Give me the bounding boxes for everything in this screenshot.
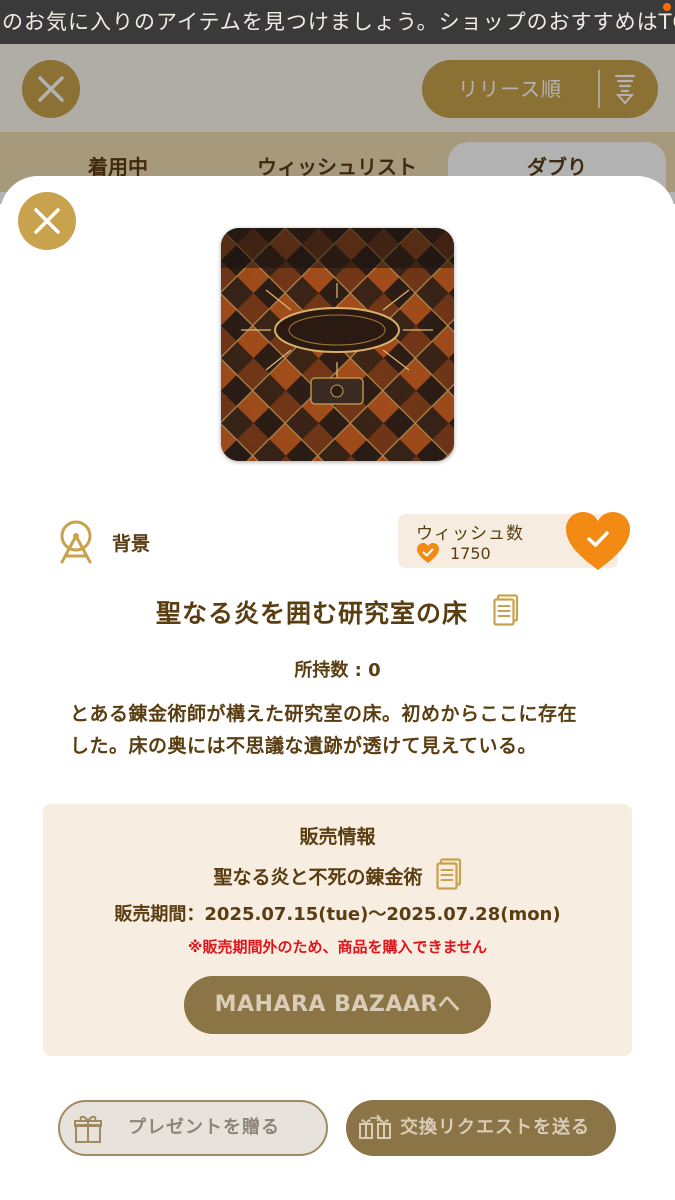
send-gift-button[interactable]: プレゼントを贈る [58,1100,328,1156]
heart-check-icon [417,543,439,563]
gift-icon [74,1115,102,1143]
ticker-text: のお気に入りのアイテムを見つけましょう。ショップのおすすめはTO [2,10,675,34]
sale-info-panel: 販売情報 聖なる炎と不死の錬金術 販売期間：2025.07.15(tue)〜20… [43,804,632,1056]
sale-event-name: 聖なる炎と不死の錬金術 [213,866,423,889]
sale-info-title: 販売情報 [299,826,376,848]
wish-count-title: ウィッシュ数 [416,524,524,544]
heart-check-icon [566,512,630,570]
item-detail-link[interactable] [493,594,519,630]
document-icon [493,594,519,626]
owned-count: 所持数 : 0 [294,660,381,681]
exchange-gift-icon [359,1114,391,1139]
sale-unavailable-warning: ※販売期間外のため、商品を購入できません [187,938,488,956]
item-detail-modal: 背景 ウィッシュ数 1750 聖なる炎を囲む研究室の床 所持数 : 0 とある錬 [0,176,675,1200]
item-category: 背景 [52,516,150,568]
send-gift-label: プレゼントを贈る [128,1117,280,1138]
wish-count-value: 1750 [450,543,491,563]
wishlist-toggle-button[interactable] [564,510,632,572]
item-description: とある錬金術師が構えた研究室の床。初めからここに存在した。床の奥には不思議な遺跡… [70,703,578,757]
ferris-wheel-icon [60,520,92,564]
laboratory-floor-artwork [221,228,454,461]
trade-request-button[interactable]: 交換リクエストを送る [346,1100,616,1156]
document-icon [435,858,461,890]
item-name: 聖なる炎を囲む研究室の床 [155,599,468,628]
item-thumbnail [221,228,454,461]
modal-close-button[interactable] [18,192,76,250]
notification-dot [663,3,671,11]
sale-period: 販売期間：2025.07.15(tue)〜2025.07.28(mon) [114,904,561,925]
close-icon [34,208,60,234]
mahara-bazaar-button[interactable]: MAHARA BAZAARへ [184,976,491,1034]
sale-event-link[interactable] [435,858,462,894]
announcement-ticker: のお気に入りのアイテムを見つけましょう。ショップのおすすめはTO [0,0,675,44]
category-label: 背景 [112,532,151,555]
trade-request-label: 交換リクエストを送る [400,1117,590,1138]
